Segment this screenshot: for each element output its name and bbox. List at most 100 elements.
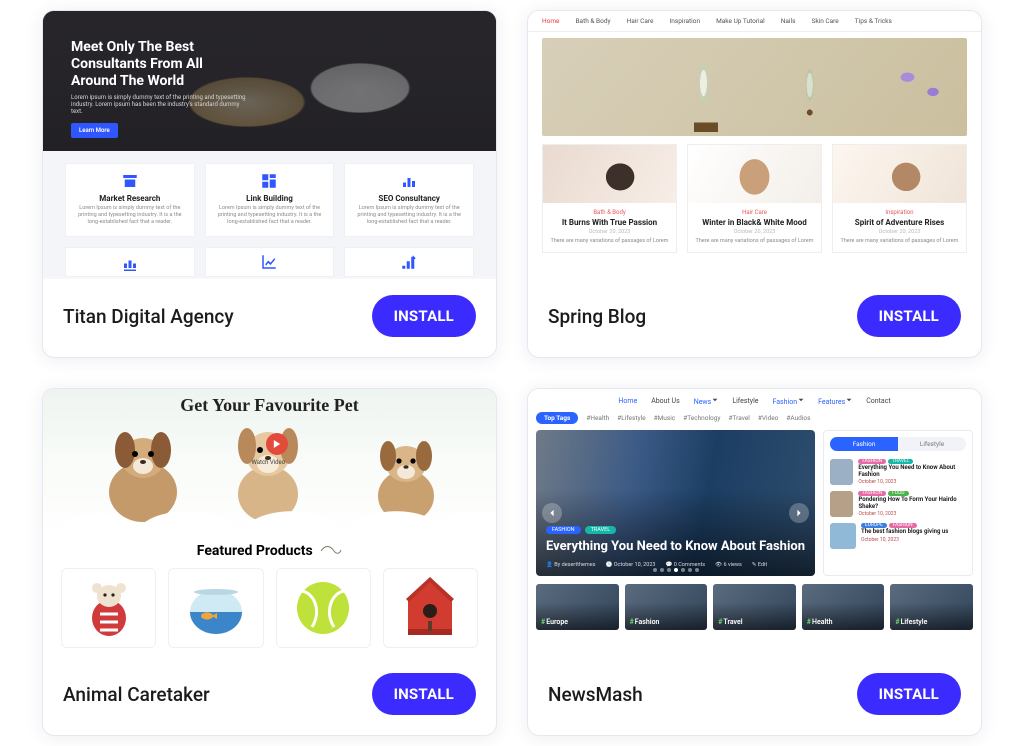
post-title: Winter in Black& White Mood: [694, 218, 815, 227]
nav-item[interactable]: Skin Care: [811, 17, 838, 25]
post-card[interactable]: Inspiration Spirit of Adventure Rises Oc…: [832, 144, 967, 253]
category-tile[interactable]: #Europe: [536, 584, 619, 630]
sidebar-widget: Fashion Lifestyle FASHIONTRAVEL Everythi…: [823, 430, 973, 576]
theme-preview[interactable]: Get Your Favourite Pet Watch Video Featu…: [43, 389, 496, 657]
teddy-icon: [83, 578, 135, 638]
category-tiles: #Europe #Fashion #Travel #Health #Lifest…: [536, 584, 973, 630]
theme-title: Spring Blog: [548, 305, 646, 328]
install-button[interactable]: INSTALL: [857, 673, 961, 715]
category-tile[interactable]: #Health: [802, 584, 885, 630]
slider-next-button[interactable]: [789, 503, 809, 523]
product-card[interactable]: [276, 568, 371, 648]
birdhouse-icon: [404, 577, 456, 639]
theme-preview[interactable]: Home About Us News Lifestyle Fashion Fea…: [528, 389, 981, 657]
nav-item[interactable]: Inspiration: [670, 17, 701, 25]
theme-preview[interactable]: Home Bath & Body Hair Care Inspiration M…: [528, 11, 981, 279]
nav-item[interactable]: Bath & Body: [576, 17, 611, 25]
sidebar-tabs: Fashion Lifestyle: [830, 437, 966, 451]
nav-item[interactable]: Home: [618, 397, 637, 406]
install-button[interactable]: INSTALL: [857, 295, 961, 337]
install-button[interactable]: INSTALL: [372, 295, 476, 337]
slider-dots[interactable]: [653, 568, 699, 572]
play-button[interactable]: [266, 433, 288, 455]
nav-item[interactable]: About Us: [651, 397, 680, 406]
item-title: Pondering How To Form Your Hairdo Shake?: [858, 497, 966, 510]
stat-icon-box: [65, 247, 195, 277]
hero-headline: Get Your Favourite Pet: [43, 395, 496, 416]
category-pill[interactable]: TRAVEL: [585, 526, 617, 534]
news-nav: Home About Us News Lifestyle Fashion Fea…: [536, 395, 973, 412]
tag[interactable]: #Lifestyle: [617, 414, 645, 422]
nav-item[interactable]: Nails: [781, 17, 796, 25]
theme-preview[interactable]: Meet Only The Best Consultants From All …: [43, 11, 496, 279]
thumb: [830, 459, 853, 485]
nav-item[interactable]: Fashion: [772, 397, 804, 406]
service-card: Link Building Lorem Ipsum is simply dumm…: [205, 163, 335, 237]
chevron-down-icon: [798, 397, 804, 403]
tag[interactable]: #Audios: [786, 414, 810, 422]
theme-title: Animal Caretaker: [63, 683, 210, 706]
item-date: October 10, 2023: [858, 511, 966, 517]
store-icon: [121, 172, 139, 190]
install-button[interactable]: INSTALL: [372, 673, 476, 715]
line-chart-icon: [259, 253, 279, 271]
watch-video-label: Watch Video: [252, 459, 286, 466]
sidebar-item[interactable]: EUROPEFASHION The best fashion blogs giv…: [830, 520, 966, 552]
nav-item[interactable]: Home: [542, 17, 560, 25]
post-excerpt: There are many variations of passages of…: [839, 238, 960, 244]
post-title: Spirit of Adventure Rises: [839, 218, 960, 227]
post-card[interactable]: Bath & Body It Burns With True Passion O…: [542, 144, 677, 253]
service-card: Market Research Lorem Ipsum is simply du…: [65, 163, 195, 237]
nav-item[interactable]: Hair Care: [627, 17, 654, 25]
tab[interactable]: Fashion: [830, 437, 898, 451]
category-tile[interactable]: #Lifestyle: [890, 584, 973, 630]
category-tile[interactable]: #Travel: [713, 584, 796, 630]
tag[interactable]: #Video: [758, 414, 779, 422]
theme-card-newsmash: Home About Us News Lifestyle Fashion Fea…: [527, 388, 982, 736]
slider-prev-button[interactable]: [542, 503, 562, 523]
flourish-icon: [320, 545, 342, 557]
service-desc: Lorem Ipsum is simply dummy text of the …: [72, 205, 188, 226]
nav-item[interactable]: Tips & Tricks: [855, 17, 892, 25]
item-title: Everything You Need to Know About Fashio…: [858, 465, 966, 478]
chevron-left-icon: [548, 509, 556, 517]
tag[interactable]: #Travel: [729, 414, 750, 422]
post-image: [688, 145, 821, 203]
item-title: The best fashion blogs giving us: [861, 529, 948, 536]
sidebar-item[interactable]: FASHIONFOOD Pondering How To Form Your H…: [830, 488, 966, 520]
leaderboard-icon: [120, 253, 140, 271]
category-tile[interactable]: #Fashion: [625, 584, 708, 630]
tennis-ball-icon: [294, 579, 352, 637]
category-pill[interactable]: FASHION: [546, 526, 581, 534]
tag[interactable]: #Health: [586, 414, 609, 422]
sidebar-item[interactable]: FASHIONTRAVEL Everything You Need to Kno…: [830, 456, 966, 488]
post-image: [833, 145, 966, 203]
wave-divider: [43, 509, 496, 533]
theme-title: NewsMash: [548, 683, 643, 706]
product-card[interactable]: [61, 568, 156, 648]
learn-more-button[interactable]: Learn More: [71, 123, 118, 138]
nav-item[interactable]: Features: [818, 397, 852, 406]
nav-item[interactable]: Contact: [866, 397, 890, 406]
tag[interactable]: #Music: [654, 414, 676, 422]
hero-title: Everything You Need to Know About Fashio…: [546, 539, 805, 554]
post-date: October 20, 2023: [839, 229, 960, 235]
tag[interactable]: #Technology: [683, 414, 720, 422]
theme-card-titan: Meet Only The Best Consultants From All …: [42, 10, 497, 358]
nav-item[interactable]: Make Up Tutorial: [716, 17, 765, 25]
product-card[interactable]: [168, 568, 263, 648]
link-building-icon: [260, 172, 278, 190]
stat-icon-box: [205, 247, 335, 277]
service-title: SEO Consultancy: [351, 194, 467, 203]
item-date: October 10, 2023: [861, 537, 948, 543]
featured-products-heading: Featured Products: [43, 543, 496, 560]
post-title: It Burns With True Passion: [549, 218, 670, 227]
product-card[interactable]: [383, 568, 478, 648]
post-card[interactable]: Hair Care Winter in Black& White Mood Oc…: [687, 144, 822, 253]
post-category: Hair Care: [694, 209, 815, 216]
nav-item[interactable]: Lifestyle: [732, 397, 758, 406]
chevron-down-icon: [846, 397, 852, 403]
tab[interactable]: Lifestyle: [898, 437, 966, 451]
nav-item[interactable]: News: [694, 397, 719, 406]
post-date: October 20, 2023: [694, 229, 815, 235]
